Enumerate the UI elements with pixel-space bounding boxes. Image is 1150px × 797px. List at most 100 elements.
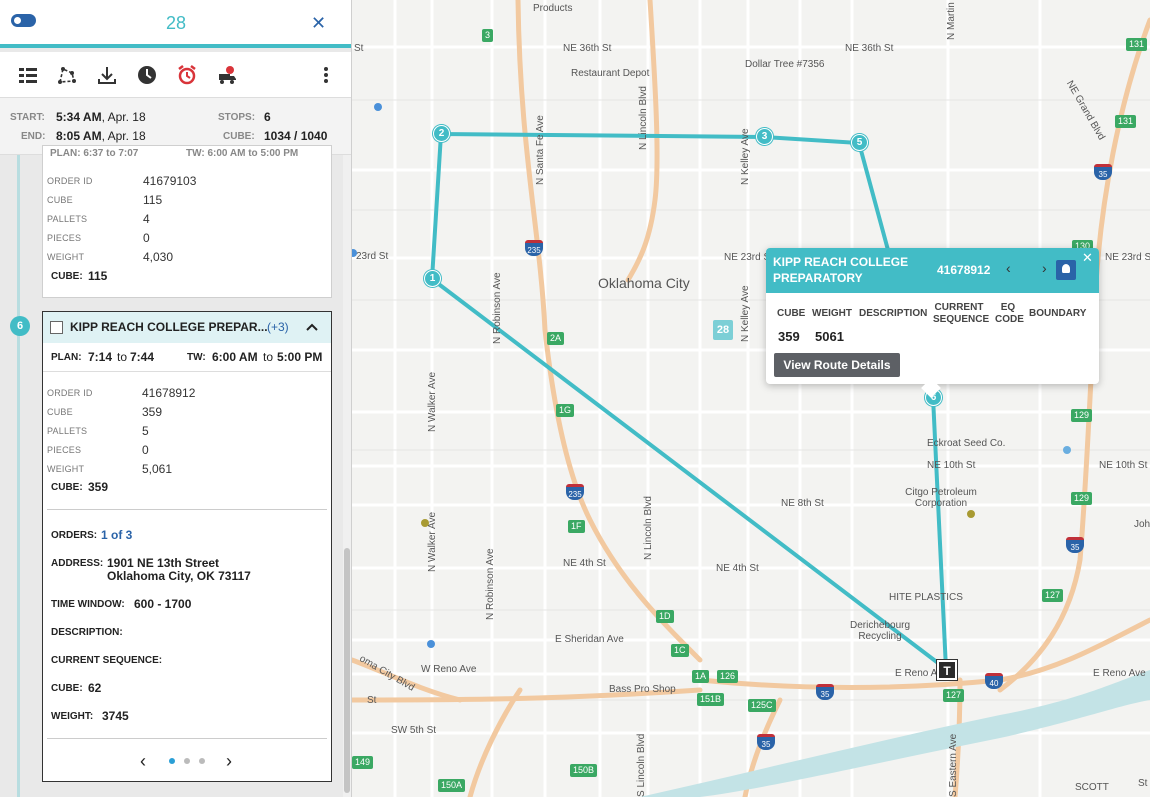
map-street-label: NE 36th St xyxy=(845,43,894,54)
map-city-label: Oklahoma City xyxy=(598,275,690,291)
detail-value: 5,061 xyxy=(142,462,173,476)
truck-gear-icon[interactable] xyxy=(217,65,237,85)
pager-dot[interactable] xyxy=(199,758,205,764)
pager-dot[interactable] xyxy=(184,758,190,764)
poi-dot[interactable] xyxy=(1063,446,1071,454)
detail-value: 5 xyxy=(142,424,149,438)
map-street-label: Joh xyxy=(1134,519,1150,530)
stop-card-6[interactable]: KIPP REACH COLLEGE PREPAR... (+3) PLAN: … xyxy=(42,311,332,782)
poi-dot[interactable] xyxy=(967,510,975,518)
pager-prev-button[interactable]: ‹ xyxy=(140,751,146,772)
stop-marker-5[interactable]: 5 xyxy=(851,134,868,151)
weight-value: 3745 xyxy=(102,709,129,723)
map-street-label: 23rd St xyxy=(356,251,389,262)
popup-order-id: 41678912 xyxy=(937,263,991,277)
map-street-label: NE 10th St xyxy=(927,460,976,471)
divider xyxy=(47,509,327,510)
more-vertical-icon[interactable] xyxy=(316,65,336,85)
clock-icon[interactable] xyxy=(137,65,157,85)
pager-dot-active[interactable] xyxy=(169,758,175,764)
tw-from: 6:00 AM xyxy=(212,350,258,364)
map-street-label: SW 5th St xyxy=(391,725,437,736)
map-street-label: NE 4th St xyxy=(716,563,759,574)
map-place-label: Eckroat Seed Co. xyxy=(927,438,1006,449)
stop-marker-2[interactable]: 2 xyxy=(433,125,450,142)
current-sequence-label: CURRENT SEQUENCE: xyxy=(51,655,163,666)
chevron-up-icon[interactable] xyxy=(306,322,318,332)
interstate-shield: 40 xyxy=(985,673,1003,689)
end-value: 8:05 AM, Apr. 18 xyxy=(56,129,146,143)
detail-value: 41678912 xyxy=(142,386,196,400)
interstate-shield: 35 xyxy=(1066,537,1084,553)
map-street-label: N Santa Fe Ave xyxy=(535,115,546,185)
popup-close-button[interactable]: ✕ xyxy=(1082,250,1093,266)
stop-card-header[interactable]: KIPP REACH COLLEGE PREPAR... (+3) xyxy=(43,312,331,343)
scrollbar-thumb[interactable] xyxy=(344,548,350,793)
detail-value: 0 xyxy=(143,231,150,245)
map-street-label: N Robinson Ave xyxy=(485,548,496,620)
exit-shield: 127 xyxy=(943,689,965,702)
stop-select-checkbox[interactable] xyxy=(50,321,63,334)
stop-marker-3[interactable]: 3 xyxy=(756,128,773,145)
map-street-label: N Lincoln Blvd xyxy=(643,496,654,560)
route-number-badge[interactable]: 28 xyxy=(713,320,733,340)
map-place-label: Derichebourg Recycling xyxy=(850,620,911,642)
close-icon[interactable]: ✕ xyxy=(311,13,326,34)
address-label: ADDRESS: xyxy=(51,558,104,569)
map-street-label: St xyxy=(367,695,377,706)
route-optimize-icon[interactable] xyxy=(57,65,77,85)
time-window-label: TIME WINDOW: xyxy=(51,599,125,610)
map-street-label: E Reno Ave xyxy=(1093,668,1146,679)
list-view-icon[interactable] xyxy=(18,65,38,85)
map-street-label: St xyxy=(354,43,364,54)
plan-to-word: to xyxy=(117,350,128,364)
map-street-label: S Eastern Ave xyxy=(948,733,959,797)
poi-dot[interactable] xyxy=(427,640,435,648)
divider xyxy=(47,738,327,739)
popup-cube-value: 359 xyxy=(778,329,800,344)
route-detail-panel: 28 ✕ START: 5:34 AM, Apr. 18 END: 8:05 A… xyxy=(0,0,352,797)
extra-orders-count[interactable]: (+3) xyxy=(267,320,289,334)
detail-label: PALLETS xyxy=(47,214,88,224)
popup-title: KIPP REACH COLLEGE PREPARATORY xyxy=(773,255,909,285)
popup-col-boundary: BOUNDARY xyxy=(1029,308,1087,319)
map-street-label: W Reno Ave xyxy=(421,664,477,675)
popup-next-button[interactable]: › xyxy=(1042,260,1047,276)
pager-next-button[interactable]: › xyxy=(226,751,232,772)
tw-to-word: to xyxy=(263,350,274,364)
map-place-label: Products xyxy=(533,3,573,14)
description-label: DESCRIPTION: xyxy=(51,627,123,638)
popup-prev-button[interactable]: ‹ xyxy=(1006,260,1011,276)
orders-value[interactable]: 1 of 3 xyxy=(101,528,132,542)
exit-shield: 131 xyxy=(1115,115,1137,128)
view-route-details-button[interactable]: View Route Details xyxy=(774,353,900,377)
plan-label: PLAN: xyxy=(51,352,82,363)
download-icon[interactable] xyxy=(97,65,117,85)
popup-col-description: DESCRIPTION xyxy=(859,308,928,319)
map-street-label: N Kelley Ave xyxy=(740,285,751,342)
interstate-shield: 35 xyxy=(816,684,834,700)
cube-footer-value: 115 xyxy=(88,269,108,283)
stop-card-previous[interactable]: PLAN: 6:37 to 7:07 TW: 6:00 AM to 5:00 P… xyxy=(42,145,332,298)
popup-col-cube: CUBE xyxy=(777,308,806,319)
alarm-clock-icon[interactable] xyxy=(177,65,197,85)
start-label: START: xyxy=(10,112,45,123)
terminal-marker[interactable]: T xyxy=(937,660,957,680)
popup-weight-value: 5061 xyxy=(815,329,844,344)
plan-to: 7:44 xyxy=(130,350,155,364)
exit-shield: 1D xyxy=(656,610,674,623)
lightbulb-icon[interactable] xyxy=(1056,260,1076,280)
stops-label: STOPS: xyxy=(218,112,256,123)
stops-value: 6 xyxy=(264,110,271,124)
map-place-label: Bass Pro Shop xyxy=(609,684,676,695)
exit-shield: 150A xyxy=(438,779,466,792)
poi-dot[interactable] xyxy=(374,103,382,111)
stop-number-badge[interactable]: 6 xyxy=(10,316,30,336)
poi-dot[interactable] xyxy=(421,519,429,527)
map-street-label: NE 8th St xyxy=(781,498,824,509)
stop-marker-1[interactable]: 1 xyxy=(424,270,441,287)
detail-label: PIECES xyxy=(47,445,82,455)
cube-footer-label: CUBE: xyxy=(51,271,83,282)
address-line-2: Oklahoma City, OK 73117 xyxy=(107,569,251,583)
detail-value: 4,030 xyxy=(143,250,174,264)
